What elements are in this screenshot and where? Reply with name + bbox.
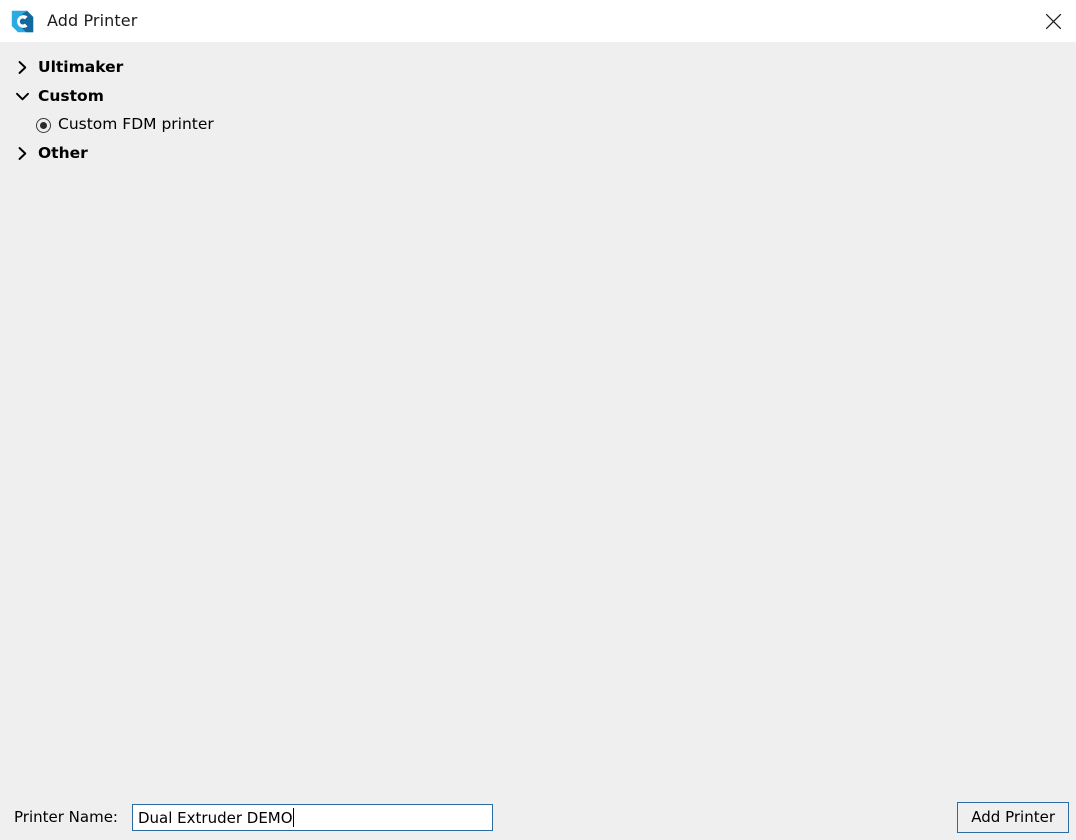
window-title: Add Printer <box>47 11 138 30</box>
tree-group-custom[interactable]: Custom <box>0 82 1076 111</box>
chevron-down-icon[interactable] <box>12 87 32 107</box>
title-bar: Add Printer <box>0 0 1076 42</box>
tree-group-ultimaker[interactable]: Ultimaker <box>0 53 1076 82</box>
add-printer-dialog: Add Printer Ultimaker Custom Custom FDM … <box>0 0 1076 840</box>
tree-item-label: Custom FDM printer <box>58 115 214 134</box>
radio-button-icon[interactable] <box>36 117 51 133</box>
close-icon[interactable] <box>1030 0 1076 42</box>
printer-tree-panel: Ultimaker Custom Custom FDM printer Othe… <box>0 42 1076 795</box>
printer-tree: Ultimaker Custom Custom FDM printer Othe… <box>0 53 1076 168</box>
tree-group-label: Ultimaker <box>38 57 124 76</box>
tree-group-label: Other <box>38 143 88 162</box>
printer-name-input[interactable] <box>131 804 493 831</box>
tree-item-custom-fdm-printer[interactable]: Custom FDM printer <box>0 111 1076 139</box>
tree-group-other[interactable]: Other <box>0 139 1076 168</box>
add-printer-button[interactable]: Add Printer <box>957 802 1069 833</box>
tree-group-label: Custom <box>38 86 104 105</box>
chevron-right-icon[interactable] <box>12 144 32 164</box>
printer-name-input-wrapper <box>131 804 493 831</box>
printer-name-label: Printer Name: <box>14 808 118 826</box>
chevron-right-icon[interactable] <box>12 58 32 78</box>
cura-logo-icon <box>11 10 34 33</box>
footer-bar: Printer Name: Add Printer <box>0 795 1076 840</box>
